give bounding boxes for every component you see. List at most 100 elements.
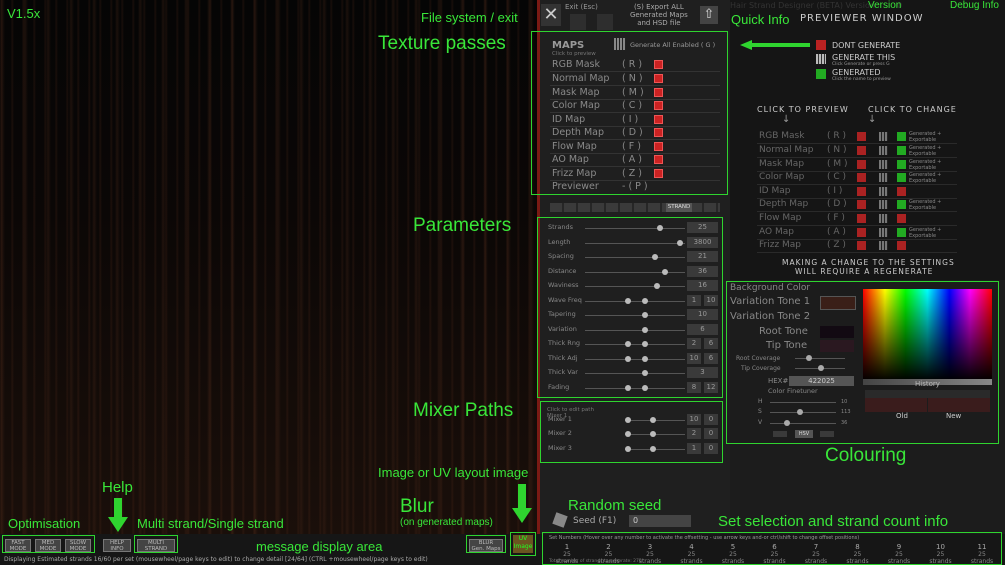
set-number-cell[interactable]: 7 25 strands (801, 543, 831, 565)
mode-button[interactable] (820, 431, 834, 437)
map-row[interactable]: Flow Map ( F ) (550, 141, 720, 154)
mixer-knob[interactable] (625, 417, 631, 423)
dont-generate-toggle[interactable] (654, 88, 663, 97)
set-number-cell[interactable]: 8 25 strands (843, 543, 873, 565)
mixer-row[interactable]: Mixer 2 20 (545, 428, 721, 441)
set-number-cell[interactable]: 6 25 strands (760, 543, 790, 565)
dont-generate-toggle[interactable] (857, 146, 866, 155)
param-knob[interactable] (642, 370, 648, 376)
param-knob[interactable] (642, 385, 648, 391)
generate-toggle[interactable] (879, 187, 888, 196)
mixer-knob[interactable] (650, 417, 656, 423)
generate-toggle[interactable] (879, 214, 888, 223)
param-value[interactable]: 6 (687, 324, 718, 335)
param-value[interactable]: 3800 (687, 237, 718, 248)
preview-map-name[interactable]: Frizz Map (759, 240, 801, 250)
dont-generate-toggle[interactable] (654, 142, 663, 151)
mixer-value-2[interactable]: 0 (704, 414, 718, 425)
preview-map-name[interactable]: Depth Map (759, 199, 808, 209)
param-value[interactable]: 3 (687, 367, 718, 378)
multi-strand-button[interactable]: MULTI STRAND (137, 539, 175, 552)
mixer-knob[interactable] (650, 431, 656, 437)
dont-generate-toggle[interactable] (857, 132, 866, 141)
set-number-cell[interactable]: 10 25 strands (926, 543, 956, 565)
dont-generate-toggle[interactable] (857, 173, 866, 182)
dont-generate-toggle[interactable] (654, 155, 663, 164)
param-value[interactable]: 1 (687, 295, 701, 306)
set-number-cell[interactable]: 11 25 strands (967, 543, 997, 565)
tip-coverage-knob[interactable] (818, 365, 824, 371)
param-slider[interactable] (585, 388, 685, 389)
export-all-button[interactable]: (S) Export ALL Generated Maps and HSD fi… (630, 3, 688, 27)
param-slider[interactable] (585, 344, 685, 345)
generated-indicator[interactable] (897, 160, 906, 169)
param-knob[interactable] (625, 356, 631, 362)
mixer-row[interactable]: Mixer 3 10 (545, 443, 721, 456)
seed-input[interactable]: 0 (629, 515, 691, 527)
mixer-value[interactable]: 2 (687, 428, 701, 439)
generate-toggle[interactable] (879, 160, 888, 169)
param-row[interactable]: Length 3800 (545, 237, 721, 250)
param-value[interactable]: 36 (687, 266, 718, 277)
previewer-row[interactable]: Depth Map ( D ) Generated + Exportable (757, 199, 957, 212)
param-value-2[interactable]: 12 (704, 382, 718, 393)
param-knob[interactable] (625, 385, 631, 391)
param-value[interactable]: 8 (687, 382, 701, 393)
generate-all-button[interactable]: Generate All Enabled ( G ) (630, 41, 715, 49)
param-value-2[interactable]: 10 (704, 295, 718, 306)
param-knob[interactable] (642, 341, 648, 347)
param-row[interactable]: Spacing 21 (545, 251, 721, 264)
hsv-button[interactable]: HSV (795, 430, 813, 438)
param-knob[interactable] (654, 283, 660, 289)
status-indicator[interactable] (897, 241, 906, 250)
map-row-previewer[interactable]: Previewer - ( P ) (550, 181, 720, 193)
mixer-value[interactable]: 10 (687, 414, 701, 425)
param-slider[interactable] (585, 373, 685, 374)
param-row[interactable]: Distance 36 (545, 266, 721, 279)
uv-image-button[interactable]: UV Image (513, 535, 533, 553)
history-swatches[interactable] (865, 390, 990, 398)
param-value[interactable]: 16 (687, 280, 718, 291)
h-slider[interactable] (770, 402, 836, 403)
preview-map-name[interactable]: ID Map (759, 186, 790, 196)
param-knob[interactable] (677, 240, 683, 246)
previewer-row[interactable]: Frizz Map ( Z ) (757, 240, 957, 253)
generated-indicator[interactable] (897, 173, 906, 182)
param-value[interactable]: 10 (687, 353, 701, 364)
mixer-value-2[interactable]: 0 (704, 428, 718, 439)
previewer-row[interactable]: RGB Mask ( R ) Generated + Exportable (757, 131, 957, 144)
param-row[interactable]: Fading 8 12 (545, 382, 721, 395)
param-knob[interactable] (662, 269, 668, 275)
dont-generate-toggle[interactable] (654, 101, 663, 110)
save-button[interactable] (597, 14, 613, 30)
root-coverage-slider[interactable] (795, 358, 845, 359)
generated-indicator[interactable] (897, 132, 906, 141)
generate-toggle[interactable] (879, 228, 888, 237)
root-tone-swatch[interactable] (820, 326, 854, 338)
med-mode-button[interactable]: MED MODE (35, 539, 61, 552)
tip-tone-swatch[interactable] (820, 340, 854, 352)
map-row[interactable]: ID Map ( I ) (550, 114, 720, 127)
map-row[interactable]: AO Map ( A ) (550, 154, 720, 167)
param-row[interactable]: Thick Adj 10 6 (545, 353, 721, 366)
preview-map-name[interactable]: RGB Mask (759, 131, 804, 141)
param-knob[interactable] (625, 341, 631, 347)
dont-generate-toggle[interactable] (654, 115, 663, 124)
map-row[interactable]: Normal Map ( N ) (550, 73, 720, 86)
param-slider[interactable] (585, 228, 685, 229)
map-row[interactable]: Depth Map ( D ) (550, 127, 720, 140)
dont-generate-toggle[interactable] (654, 128, 663, 137)
set-number-cell[interactable]: 9 25 strands (884, 543, 914, 565)
param-row[interactable]: Strands 25 (545, 222, 721, 235)
preview-map-name[interactable]: Normal Map (759, 145, 813, 155)
param-knob[interactable] (652, 254, 658, 260)
load-button[interactable] (570, 14, 586, 30)
root-coverage-knob[interactable] (806, 355, 812, 361)
set-number-cell[interactable]: 4 25 strands (677, 543, 707, 565)
param-row[interactable]: Waviness 16 (545, 280, 721, 293)
hex-input[interactable]: 422025 (789, 376, 854, 386)
generate-toggle[interactable] (879, 146, 888, 155)
param-row[interactable]: Tapering 10 (545, 309, 721, 322)
generate-toggle[interactable] (879, 173, 888, 182)
param-knob[interactable] (642, 298, 648, 304)
